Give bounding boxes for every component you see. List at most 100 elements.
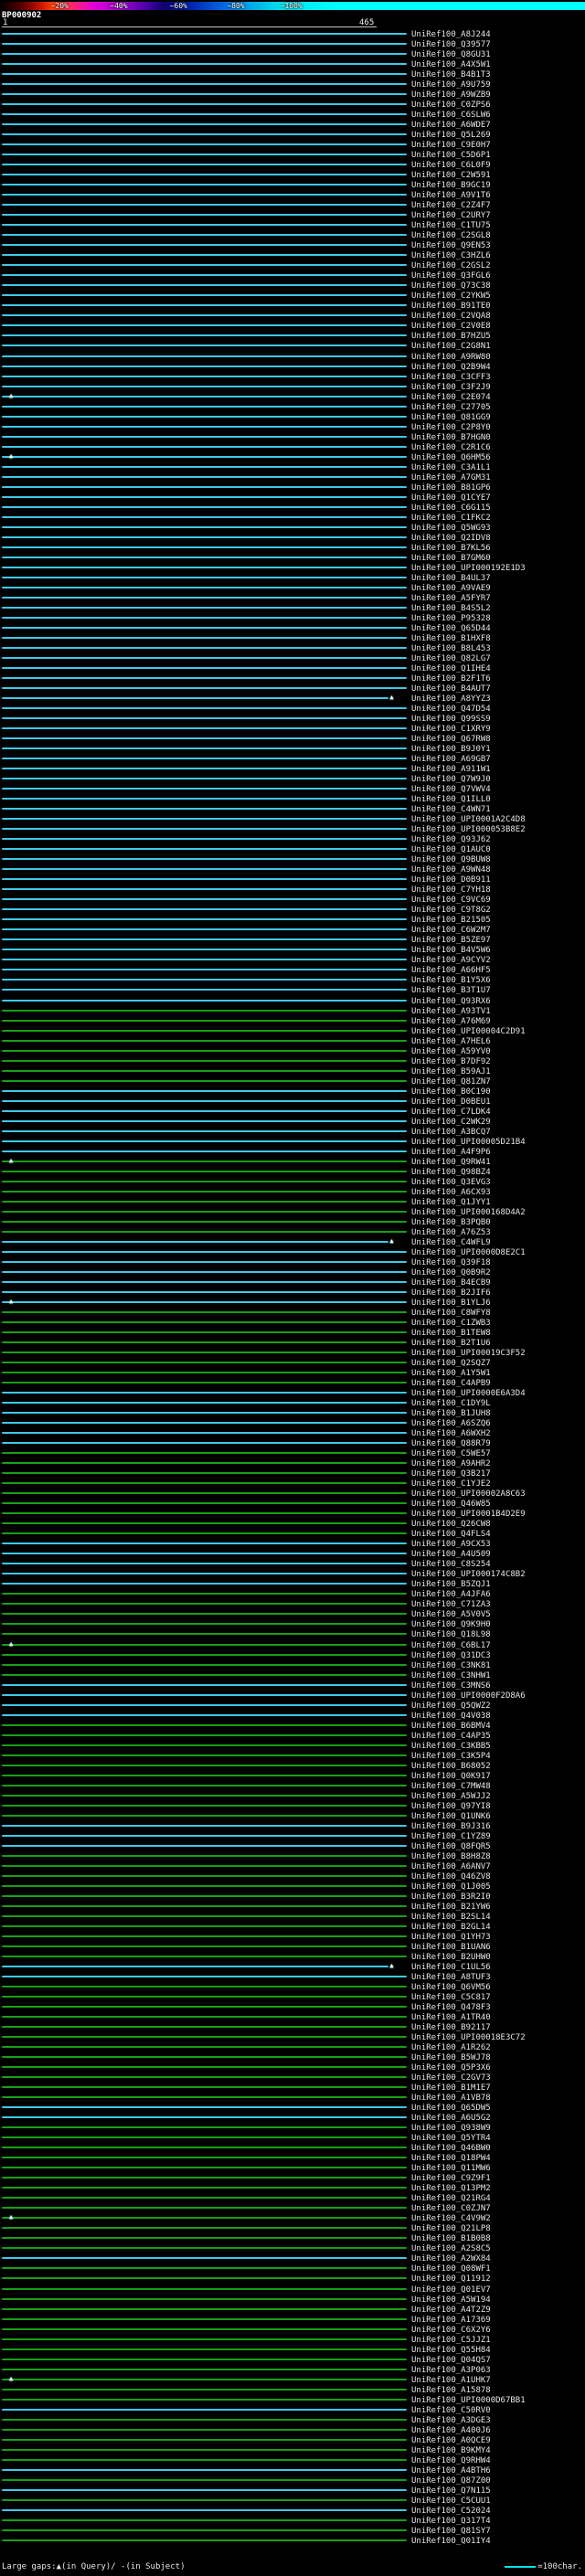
hit-label[interactable]: UniRef100_Q3EVG3 [411, 1178, 491, 1187]
hit-label[interactable]: UniRef100_Q3B217 [411, 1469, 491, 1479]
hit-label[interactable]: UniRef100_A5W194 [411, 2295, 491, 2305]
hit-label[interactable]: UniRef100_C2URY7 [411, 211, 491, 220]
hit-label[interactable]: UniRef100_B5ZE97 [411, 936, 491, 945]
hit-label[interactable]: UniRef100_C5JJZ1 [411, 2336, 491, 2345]
hit-label[interactable]: UniRef100_C4WN71 [411, 805, 491, 814]
hit-label[interactable]: UniRef100_Q2B9W4 [411, 363, 491, 372]
hit-label[interactable]: UniRef100_C5CUU1 [411, 2496, 491, 2506]
hit-label[interactable]: UniRef100_UPI00005D21B4 [411, 1138, 526, 1147]
hit-label[interactable]: UniRef100_C6SLW6 [411, 111, 491, 120]
hit-label[interactable]: UniRef100_C3A1L1 [411, 463, 491, 472]
hit-label[interactable]: UniRef100_C2SGL8 [411, 231, 491, 240]
hit-label[interactable]: UniRef100_A2S8C5 [411, 2244, 491, 2253]
hit-label[interactable]: UniRef100_B7DF92 [411, 1057, 491, 1066]
hit-label[interactable]: UniRef100_B3PQB0 [411, 1218, 491, 1227]
hit-label[interactable]: UniRef100_A1R262 [411, 2043, 491, 2052]
hit-label[interactable]: UniRef100_C4AP35 [411, 1732, 491, 1741]
hit-label[interactable]: UniRef100_B4B1T3 [411, 70, 491, 80]
hit-label[interactable]: UniRef100_C2GSL2 [411, 261, 491, 270]
hit-label[interactable]: UniRef100_A4T2Z9 [411, 2306, 491, 2315]
hit-label[interactable]: UniRef100_Q55H84 [411, 2346, 491, 2355]
hit-label[interactable]: UniRef100_B3R2I0 [411, 1892, 491, 1902]
hit-label[interactable]: UniRef100_Q3FGL6 [411, 271, 491, 281]
hit-label[interactable]: UniRef100_B9J0Y1 [411, 745, 491, 754]
hit-label[interactable]: UniRef100_A5V0V5 [411, 1610, 491, 1619]
hit-label[interactable]: UniRef100_A0QCE9 [411, 2436, 491, 2445]
hit-label[interactable]: UniRef100_A1UHK7 [411, 2376, 491, 2385]
hit-label[interactable]: UniRef100_A66HF5 [411, 966, 491, 975]
hit-label[interactable]: UniRef100_Q938W9 [411, 2124, 491, 2133]
hit-label[interactable]: UniRef100_Q7VWV4 [411, 785, 491, 794]
hit-label[interactable]: UniRef100_A3P063 [411, 2366, 491, 2375]
hit-label[interactable]: UniRef100_B1UAN6 [411, 1943, 491, 1952]
hit-label[interactable]: UniRef100_C7YH18 [411, 885, 491, 895]
hit-label[interactable]: UniRef100_Q1YH73 [411, 1933, 491, 1942]
hit-label[interactable]: UniRef100_Q317T4 [411, 2517, 491, 2526]
hit-label[interactable]: UniRef100_B1YLJ6 [411, 1299, 491, 1308]
hit-label[interactable]: UniRef100_Q46W85 [411, 1500, 491, 1509]
hit-label[interactable]: UniRef100_A5WJJ2 [411, 1792, 491, 1801]
hit-label[interactable]: UniRef100_Q65DW5 [411, 2104, 491, 2113]
hit-label[interactable]: UniRef100_Q1JYY1 [411, 1198, 491, 1207]
hit-label[interactable]: UniRef100_A6U5G2 [411, 2114, 491, 2123]
hit-label[interactable]: UniRef100_Q5QWZ2 [411, 1701, 491, 1711]
hit-label[interactable]: UniRef100_UPI000174C8B2 [411, 1570, 526, 1579]
hit-label[interactable]: UniRef100_B91TE0 [411, 302, 491, 311]
hit-label[interactable]: UniRef100_A6CX93 [411, 1188, 491, 1197]
hit-label[interactable]: UniRef100_C3HZL6 [411, 251, 491, 260]
hit-label[interactable]: UniRef100_A400J6 [411, 2426, 491, 2435]
hit-label[interactable]: UniRef100_Q87Z00 [411, 2476, 491, 2486]
hit-label[interactable]: UniRef100_C3MNS6 [411, 1681, 491, 1691]
hit-label[interactable]: UniRef100_C8S254 [411, 1560, 491, 1569]
hit-label[interactable]: UniRef100_C2R1C6 [411, 443, 491, 452]
hit-label[interactable]: UniRef100_UPI00002A8C63 [411, 1489, 526, 1499]
hit-label[interactable]: UniRef100_B81GP6 [411, 483, 491, 493]
hit-label[interactable]: UniRef100_Q1CYE7 [411, 493, 491, 503]
hit-label[interactable]: UniRef100_A4BTH6 [411, 2466, 491, 2475]
hit-label[interactable]: UniRef100_C3KBB5 [411, 1742, 491, 1751]
hit-label[interactable]: UniRef100_C0ZPS6 [411, 101, 491, 110]
hit-label[interactable]: UniRef100_A6WDE7 [411, 121, 491, 130]
hit-label[interactable]: UniRef100_C2GV73 [411, 2073, 491, 2083]
hit-label[interactable]: UniRef100_Q6HM56 [411, 453, 491, 462]
hit-label[interactable]: UniRef100_UPI0000E6A3D4 [411, 1389, 526, 1398]
hit-label[interactable]: UniRef100_Q67RW8 [411, 735, 491, 744]
hit-label[interactable]: UniRef100_B7KL56 [411, 544, 491, 553]
hit-label[interactable]: UniRef100_A9VAE9 [411, 584, 491, 593]
hit-label[interactable]: UniRef100_A9U759 [411, 80, 491, 90]
hit-label[interactable]: UniRef100_Q21LP8 [411, 2224, 491, 2233]
hit-label[interactable]: UniRef100_Q2SQZ7 [411, 1359, 491, 1368]
hit-label[interactable]: UniRef100_A59YV0 [411, 1047, 491, 1056]
hit-label[interactable]: UniRef100_B7HGN0 [411, 433, 491, 442]
hit-label[interactable]: UniRef100_Q81GG9 [411, 413, 491, 422]
hit-label[interactable]: UniRef100_UPI000053B8E2 [411, 825, 526, 834]
hit-label[interactable]: UniRef100_Q9BUW8 [411, 855, 491, 864]
hit-label[interactable]: UniRef100_A9RW80 [411, 353, 491, 362]
hit-label[interactable]: UniRef100_Q5YTR4 [411, 2134, 491, 2143]
hit-label[interactable]: UniRef100_B59AJ1 [411, 1067, 491, 1076]
hit-label[interactable]: UniRef100_C1ZWB3 [411, 1319, 491, 1328]
hit-label[interactable]: UniRef100_B4V5W6 [411, 946, 491, 955]
hit-label[interactable]: UniRef100_B2GL14 [411, 1923, 491, 1932]
hit-label[interactable]: UniRef100_A5FYR7 [411, 594, 491, 603]
hit-label[interactable]: UniRef100_Q11912 [411, 2274, 491, 2284]
hit-label[interactable]: UniRef100_A17369 [411, 2316, 491, 2325]
hit-label[interactable]: UniRef100_B68052 [411, 1762, 491, 1771]
hit-label[interactable]: UniRef100_A8TUF3 [411, 1973, 491, 1982]
hit-label[interactable]: UniRef100_A7GM31 [411, 473, 491, 482]
hit-label[interactable]: UniRef100_Q8FQR5 [411, 1842, 491, 1851]
hit-label[interactable]: UniRef100_Q9RHW4 [411, 2456, 491, 2465]
hit-label[interactable]: UniRef100_C6L0F9 [411, 161, 491, 170]
hit-label[interactable]: UniRef100_A76M69 [411, 1017, 491, 1026]
hit-label[interactable]: UniRef100_C1YZ89 [411, 1832, 491, 1841]
hit-label[interactable]: UniRef100_C3K5P4 [411, 1752, 491, 1761]
hit-label[interactable]: UniRef100_B21YW6 [411, 1903, 491, 1912]
hit-label[interactable]: UniRef100_C0ZJN7 [411, 2204, 491, 2213]
hit-label[interactable]: UniRef100_Q08WF1 [411, 2264, 491, 2274]
hit-label[interactable]: UniRef100_Q31DC3 [411, 1651, 491, 1660]
hit-label[interactable]: UniRef100_UPI00004C2D91 [411, 1027, 526, 1036]
hit-label[interactable]: UniRef100_Q1UNK6 [411, 1812, 491, 1821]
hit-label[interactable]: UniRef100_B4UL37 [411, 574, 491, 583]
hit-label[interactable]: UniRef100_UPI00018E3C72 [411, 2033, 526, 2042]
hit-label[interactable]: UniRef100_Q39577 [411, 40, 491, 49]
